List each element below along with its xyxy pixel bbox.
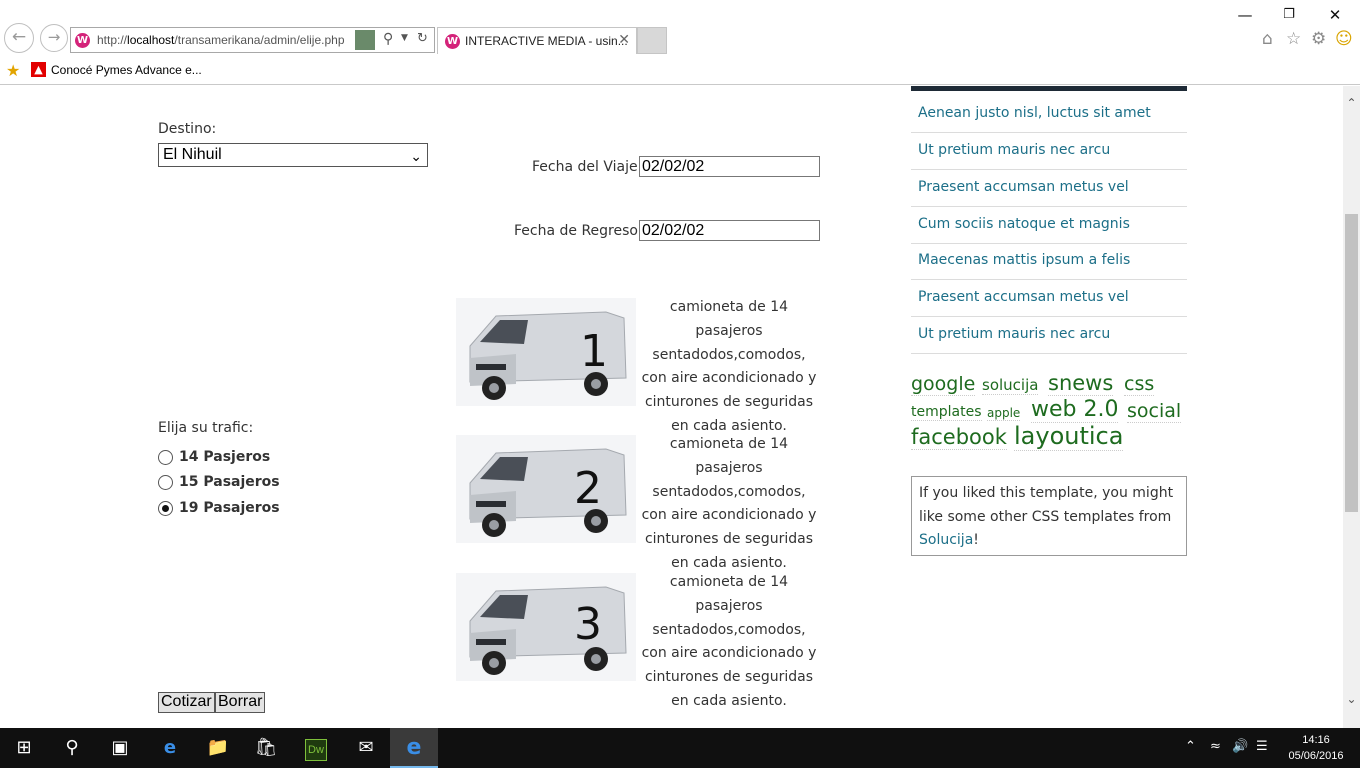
chevron-down-icon: ⌄ — [410, 148, 422, 164]
sidebar-link[interactable]: Praesent accumsan metus vel — [911, 170, 1187, 207]
mail-icon[interactable]: ✉ — [342, 728, 390, 768]
tag-link[interactable]: templates — [911, 404, 982, 421]
settings-gear-icon[interactable]: ⚙ — [1311, 29, 1326, 49]
van-image-1: 1 — [456, 298, 636, 406]
address-url[interactable]: http://localhost/transamerikana/admin/el… — [97, 33, 345, 47]
tray-chevron-icon[interactable]: ⌃ — [1185, 739, 1196, 754]
site-favicon-icon: W — [75, 33, 90, 48]
van-illustration-icon: 1 — [469, 311, 627, 400]
edge-icon[interactable]: e — [146, 728, 194, 768]
dreamweaver-icon[interactable]: Dw — [292, 728, 340, 768]
search-icon[interactable]: ⚲ — [383, 31, 393, 47]
promo-box: If you liked this template, you might li… — [911, 476, 1187, 556]
taskbar-clock[interactable]: 14:16 05/06/2016 — [1286, 732, 1346, 764]
fecha-viaje-label: Fecha del Viaje: — [532, 159, 643, 175]
tag-link[interactable]: web 2.0 — [1031, 397, 1119, 423]
tag-link[interactable]: social — [1127, 400, 1182, 423]
van-illustration-icon: 2 — [469, 448, 627, 537]
van-illustration-icon: 3 — [469, 586, 627, 675]
wifi-icon[interactable]: ≈ — [1210, 739, 1221, 754]
radio-label: 15 Pasajeros — [179, 474, 280, 490]
vertical-scrollbar[interactable]: ⌃ ⌄ — [1343, 86, 1360, 728]
add-favorite-icon[interactable]: ★ — [6, 61, 20, 80]
store-icon[interactable]: 🛍 — [242, 728, 290, 768]
radio-label: 19 Pasajeros — [179, 500, 280, 516]
tag-link[interactable]: apple — [987, 406, 1021, 421]
favorite-link[interactable]: Conocé Pymes Advance e... — [51, 63, 202, 77]
favorites-bar: ★ ▲ Conocé Pymes Advance e... — [0, 58, 1360, 84]
tab-title: INTERACTIVE MEDIA - usin... — [465, 34, 628, 48]
van-number: 3 — [574, 599, 602, 650]
tag-link[interactable]: solucija — [982, 376, 1039, 395]
browser-chrome: ← → W http://localhost/transamerikana/ad… — [0, 0, 1360, 85]
cotizar-button[interactable]: Cotizar — [158, 692, 215, 713]
windows-start-icon[interactable]: ⊞ — [0, 728, 48, 768]
radio-button[interactable] — [158, 450, 173, 465]
van-description-3: camioneta de 14 pasajeros sentadodos,com… — [641, 574, 817, 709]
back-button[interactable]: ← — [4, 23, 34, 53]
internet-explorer-icon[interactable]: e — [390, 728, 438, 768]
radio-button-selected[interactable] — [158, 501, 173, 516]
radio-button[interactable] — [158, 475, 173, 490]
promo-end: ! — [973, 532, 979, 548]
minimize-icon[interactable]: — — [1230, 4, 1260, 26]
page-content: Destino: El Nihuil ⌄ Fecha del Viaje: 02… — [0, 86, 1343, 728]
new-tab-button[interactable] — [637, 27, 667, 54]
search-icon[interactable]: ⚲ — [48, 728, 96, 768]
address-bar[interactable]: W http://localhost/transamerikana/admin/… — [70, 27, 435, 53]
windows-taskbar: ⊞ ⚲ ▣ e 📁 🛍 Dw ✉ e ⌃ ≈ 🔊 ☰ 14:16 05/06/2… — [0, 728, 1360, 768]
scroll-thumb[interactable] — [1345, 214, 1358, 512]
van-description-2: camioneta de 14 pasajeros sentadodos,com… — [641, 436, 817, 571]
trafic-label: Elija su trafic: — [158, 420, 254, 436]
volume-icon[interactable]: 🔊 — [1232, 739, 1248, 754]
browser-tab[interactable]: W INTERACTIVE MEDIA - usin... ✕ — [437, 27, 637, 54]
sidebar-link[interactable]: Ut pretium mauris nec arcu — [911, 317, 1187, 354]
fecha-viaje-input[interactable]: 02/02/02 — [639, 156, 820, 177]
dropdown-arrow-icon[interactable]: ▼ — [401, 33, 408, 43]
sidebar-link[interactable]: Praesent accumsan metus vel — [911, 280, 1187, 317]
van-number: 2 — [574, 463, 602, 514]
refresh-icon[interactable]: ↻ — [417, 31, 428, 46]
task-view-icon[interactable]: ▣ — [96, 728, 144, 768]
favorites-star-icon[interactable]: ☆ — [1286, 29, 1301, 49]
scroll-up-icon[interactable]: ⌃ — [1343, 96, 1360, 110]
borrar-button[interactable]: Borrar — [215, 692, 266, 713]
close-tab-icon[interactable]: ✕ — [618, 32, 630, 48]
forward-button[interactable]: → — [40, 24, 68, 52]
restore-icon[interactable]: ❐ — [1274, 4, 1304, 26]
van-image-3: 3 — [456, 573, 636, 681]
fecha-regreso-input[interactable]: 02/02/02 — [639, 220, 820, 241]
destino-label: Destino: — [158, 121, 217, 137]
santander-icon: ▲ — [31, 62, 46, 77]
tab-favicon-icon: W — [445, 34, 460, 49]
van-description-1: camioneta de 14 pasajeros sentadodos,com… — [641, 299, 817, 434]
sidebar-link[interactable]: Cum sociis natoque et magnis — [911, 207, 1187, 244]
destino-select[interactable]: El Nihuil ⌄ — [158, 143, 428, 167]
smiley-feedback-icon[interactable]: ☺ — [1335, 29, 1353, 49]
tag-link[interactable]: snews — [1048, 371, 1114, 396]
sidebar-header-bar — [911, 86, 1187, 91]
tag-link[interactable]: css — [1124, 373, 1155, 396]
sidebar-link[interactable]: Aenean justo nisl, luctus sit amet — [911, 96, 1187, 133]
tag-link[interactable]: facebook — [911, 425, 1007, 450]
close-window-icon[interactable]: ✕ — [1320, 4, 1350, 26]
home-icon[interactable]: ⌂ — [1262, 29, 1273, 49]
fecha-regreso-label: Fecha de Regreso: — [514, 223, 643, 239]
file-explorer-icon[interactable]: 📁 — [194, 728, 242, 768]
notification-icon[interactable]: ☰ — [1256, 739, 1268, 754]
scroll-down-icon[interactable]: ⌄ — [1343, 692, 1360, 706]
van-number: 1 — [580, 326, 608, 377]
van-image-2: 2 — [456, 435, 636, 543]
destino-selected-value: El Nihuil — [163, 146, 222, 163]
page-thumbnail-icon — [355, 30, 375, 50]
clock-date: 05/06/2016 — [1288, 750, 1344, 762]
tag-link[interactable]: layoutica — [1014, 422, 1124, 451]
sidebar-link[interactable]: Ut pretium mauris nec arcu — [911, 133, 1187, 170]
sidebar-link[interactable]: Maecenas mattis ipsum a felis — [911, 243, 1187, 280]
solucija-link[interactable]: Solucija — [919, 532, 973, 548]
promo-text: If you liked this template, you might li… — [919, 485, 1174, 525]
clock-time: 14:16 — [1302, 734, 1330, 746]
radio-label: 14 Pasjeros — [179, 449, 271, 465]
tag-link[interactable]: google — [911, 373, 976, 396]
